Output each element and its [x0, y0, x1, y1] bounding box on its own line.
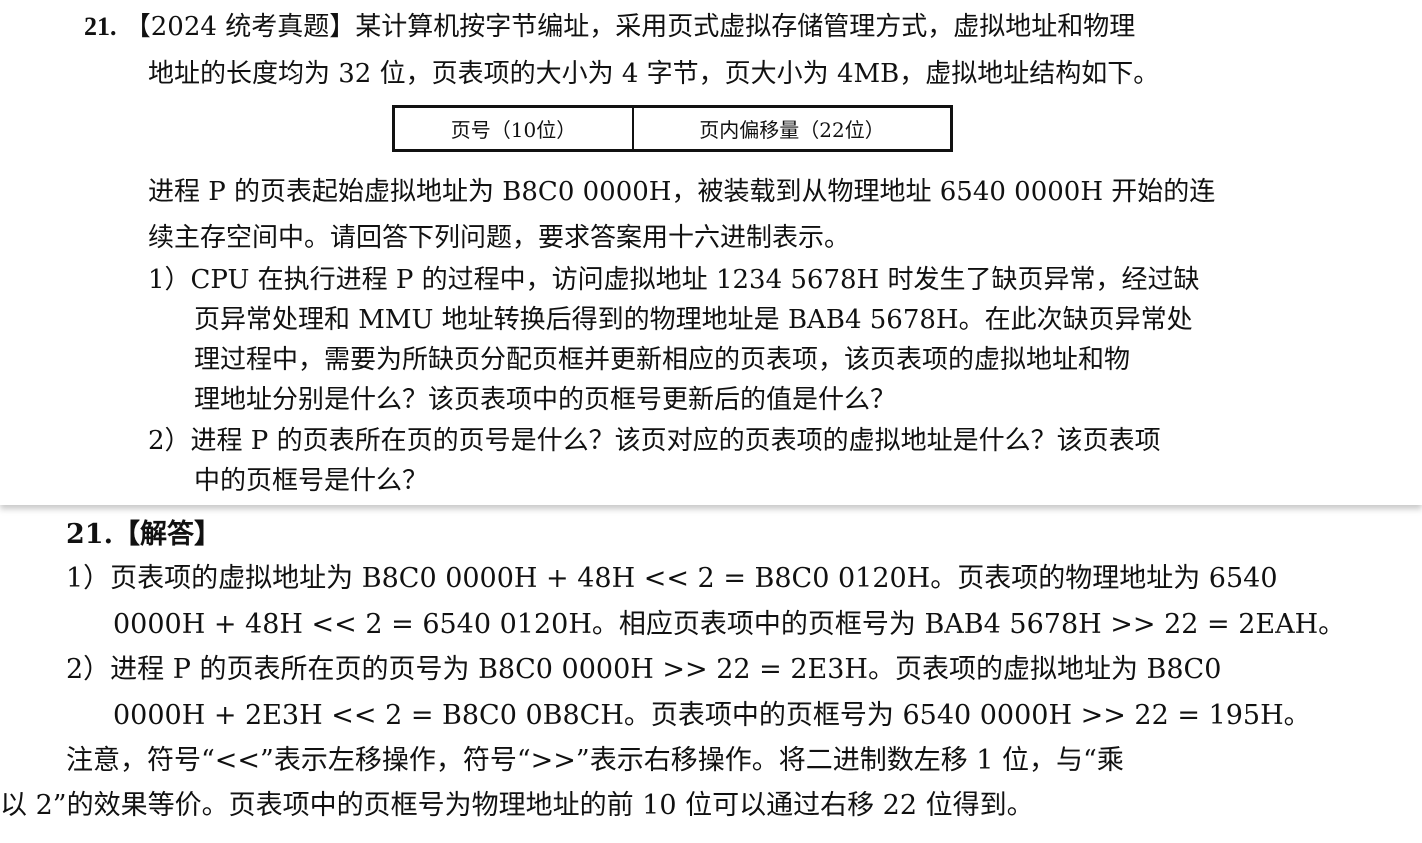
- question-panel: 21. 【2024 统考真题】某计算机按字节编址，采用页式虚拟存储管理方式，虚拟…: [0, 0, 1422, 505]
- subquestion-2-line-2: 中的页框号是什么？: [194, 466, 429, 496]
- answer-1-line-1: 1）页表项的虚拟地址为 B8C0 0000H + 48H << 2 = B8C0…: [66, 563, 1278, 594]
- note-line-1: 注意，符号“<<”表示左移操作，符号“>>”表示右移操作。将二进制数左移 1 位…: [66, 745, 1124, 776]
- subquestion-1-line-4: 理地址分别是什么？该页表项中的页框号更新后的值是什么？: [194, 385, 897, 415]
- question-line-1: 21. 【2024 统考真题】某计算机按字节编址，采用页式虚拟存储管理方式，虚拟…: [84, 10, 1135, 44]
- answer-2-line-2: 0000H + 2E3H << 2 = B8C0 0B8CH。页表项中的页框号为…: [113, 700, 1311, 731]
- answer-1-line-2: 0000H + 48H << 2 = 6540 0120H。相应页表项中的页框号…: [113, 609, 1346, 640]
- subquestion-2-line-1: 2）进程 P 的页表所在页的页号是什么？该页对应的页表项的虚拟地址是什么？该页表…: [148, 426, 1161, 456]
- subquestion-1-line-3: 理过程中，需要为所缺页分配页框并更新相应的页表项，该页表项的虚拟地址和物: [194, 345, 1131, 375]
- question-line-4: 续主存空间中。请回答下列问题，要求答案用十六进制表示。: [148, 223, 851, 253]
- virtual-address-structure-table: 页号（10位） 页内偏移量（22位）: [392, 105, 953, 152]
- page-offset-cell: 页内偏移量（22位）: [699, 118, 885, 142]
- subquestion-1-line-1: 1）CPU 在执行进程 P 的过程中，访问虚拟地址 1234 5678H 时发生…: [148, 265, 1200, 295]
- subquestion-1-line-2: 页异常处理和 MMU 地址转换后得到的物理地址是 BAB4 5678H。在此次缺…: [194, 305, 1193, 335]
- answer-2-line-1: 2）进程 P 的页表所在页的页号为 B8C0 0000H >> 22 = 2E3…: [66, 654, 1222, 685]
- question-text-1: 【2024 统考真题】某计算机按字节编址，采用页式虚拟存储管理方式，虚拟地址和物…: [124, 12, 1136, 42]
- question-line-2: 地址的长度均为 32 位，页表项的大小为 4 字节，页大小为 4MB，虚拟地址结…: [148, 59, 1160, 89]
- note-line-2: 以 2”的效果等价。页表项中的页框号为物理地址的前 10 位可以通过右移 22 …: [0, 790, 1034, 821]
- question-line-3: 进程 P 的页表起始虚拟地址为 B8C0 0000H，被装载到从物理地址 654…: [148, 177, 1216, 207]
- answer-header: 21.【解答】: [66, 519, 221, 550]
- page-number-cell: 页号（10位）: [395, 108, 634, 149]
- question-number: 21.: [84, 12, 117, 41]
